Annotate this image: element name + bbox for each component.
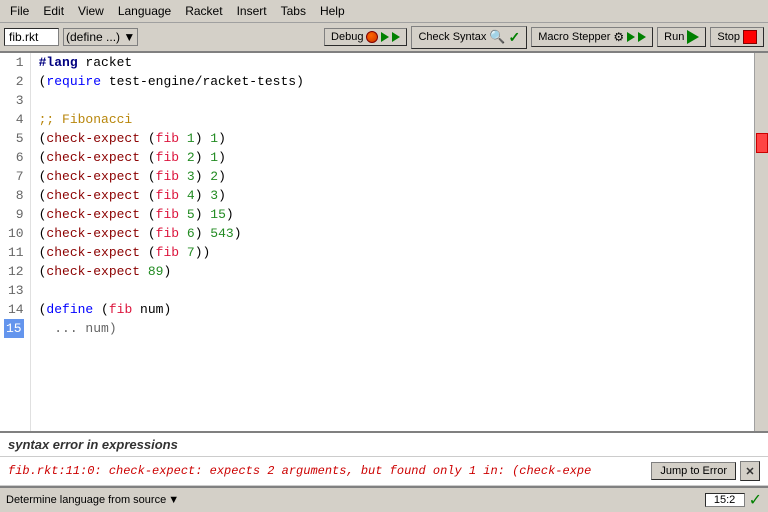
code-line-10: (check-expect (fib 6) 543) [39, 224, 746, 243]
run-button[interactable]: Run [657, 27, 706, 47]
code-line-7: (check-expect (fib 3) 2) [39, 167, 746, 186]
check-syntax-label: Check Syntax [418, 31, 486, 43]
code-line-14: (define (fib num) [39, 300, 746, 319]
code-line-4: ;; Fibonacci [39, 110, 746, 129]
code-line-3 [39, 91, 746, 110]
green-checkmark-icon[interactable]: ✓ [749, 490, 762, 510]
line-num-14: 14 [4, 300, 24, 319]
macro-play-icon [627, 32, 635, 42]
code-line-11: (check-expect (fib 7)) [39, 243, 746, 262]
filename-label: fib.rkt [4, 28, 59, 46]
debug-label: Debug [331, 31, 363, 43]
language-label: Determine language from source [6, 494, 166, 506]
toolbar-left: fib.rkt (define ...) ▼ [4, 28, 138, 46]
run-icon [687, 30, 699, 44]
menu-language[interactable]: Language [112, 2, 177, 20]
line-num-11: 11 [4, 243, 24, 262]
error-header: syntax error in expressions [0, 431, 768, 457]
macro-stepper-button[interactable]: Macro Stepper ⚙ [531, 27, 653, 47]
code-line-2: (require test-engine/racket-tests) [39, 72, 746, 91]
menu-insert[interactable]: Insert [231, 2, 273, 20]
line-num-15-current: 15 [4, 319, 24, 338]
menu-bar: File Edit View Language Racket Insert Ta… [0, 0, 768, 23]
code-line-8: (check-expect (fib 4) 3) [39, 186, 746, 205]
error-message-bar: fib.rkt:11:0: check-expect: expects 2 ar… [0, 457, 768, 486]
line-num-3: 3 [4, 91, 24, 110]
code-line-1: #lang racket [39, 53, 746, 72]
stop-label: Stop [717, 31, 740, 43]
check-icon: ✓ [509, 29, 521, 46]
status-right: 15:2 ✓ [705, 490, 762, 510]
code-line-13 [39, 281, 746, 300]
stop-button[interactable]: Stop [710, 27, 764, 47]
stop-icon [743, 30, 757, 44]
code-area[interactable]: #lang racket (require test-engine/racket… [31, 53, 754, 431]
line-num-4: 4 [4, 110, 24, 129]
line-num-12: 12 [4, 262, 24, 281]
language-dropdown-arrow: ▼ [168, 494, 179, 506]
define-dropdown[interactable]: (define ...) ▼ [63, 28, 138, 46]
define-dropdown-label: (define ...) ▼ [66, 30, 135, 44]
toolbar: fib.rkt (define ...) ▼ Debug Check Synta… [0, 23, 768, 53]
line-num-8: 8 [4, 186, 24, 205]
check-syntax-button[interactable]: Check Syntax 🔍 ✓ [411, 26, 527, 49]
magnify-icon: 🔍 [489, 29, 505, 45]
line-num-1: 1 [4, 53, 24, 72]
line-num-6: 6 [4, 148, 24, 167]
line-num-5: 5 [4, 129, 24, 148]
line-num-9: 9 [4, 205, 24, 224]
error-header-text: syntax error in expressions [8, 437, 178, 452]
code-line-5: (check-expect (fib 1) 1) [39, 129, 746, 148]
debug-button[interactable]: Debug [324, 28, 407, 46]
line-num-10: 10 [4, 224, 24, 243]
menu-edit[interactable]: Edit [37, 2, 70, 20]
code-line-12: (check-expect 89) [39, 262, 746, 281]
line-num-13: 13 [4, 281, 24, 300]
cursor-position: 15:2 [705, 493, 745, 507]
status-bar: Determine language from source ▼ 15:2 ✓ [0, 486, 768, 512]
scrollbar-thumb[interactable] [756, 133, 768, 153]
debug-circle-icon [366, 31, 378, 43]
scrollbar[interactable] [754, 53, 768, 431]
close-error-button[interactable]: ✕ [740, 461, 760, 481]
line-num-2: 2 [4, 72, 24, 91]
macro-icon: ⚙ [613, 30, 624, 44]
jump-to-error-button[interactable]: Jump to Error [651, 462, 736, 480]
line-numbers: 1 2 3 4 5 6 7 8 9 10 11 12 13 14 15 [0, 53, 31, 431]
toolbar-right: Debug Check Syntax 🔍 ✓ Macro Stepper ⚙ R… [324, 26, 764, 49]
debug-play2-icon [392, 32, 400, 42]
menu-help[interactable]: Help [314, 2, 351, 20]
macro-play2-icon [638, 32, 646, 42]
menu-file[interactable]: File [4, 2, 35, 20]
code-line-9: (check-expect (fib 5) 15) [39, 205, 746, 224]
menu-racket[interactable]: Racket [179, 2, 228, 20]
language-dropdown[interactable]: Determine language from source ▼ [6, 494, 701, 506]
macro-stepper-label: Macro Stepper [538, 31, 610, 43]
code-line-15: ... num) [39, 319, 746, 338]
run-label: Run [664, 31, 684, 43]
line-num-7: 7 [4, 167, 24, 186]
menu-view[interactable]: View [72, 2, 110, 20]
menu-tabs[interactable]: Tabs [275, 2, 312, 20]
code-line-6: (check-expect (fib 2) 1) [39, 148, 746, 167]
editor-container: 1 2 3 4 5 6 7 8 9 10 11 12 13 14 15 #lan… [0, 53, 768, 431]
error-message-text: fib.rkt:11:0: check-expect: expects 2 ar… [8, 464, 647, 478]
debug-play-icon [381, 32, 389, 42]
